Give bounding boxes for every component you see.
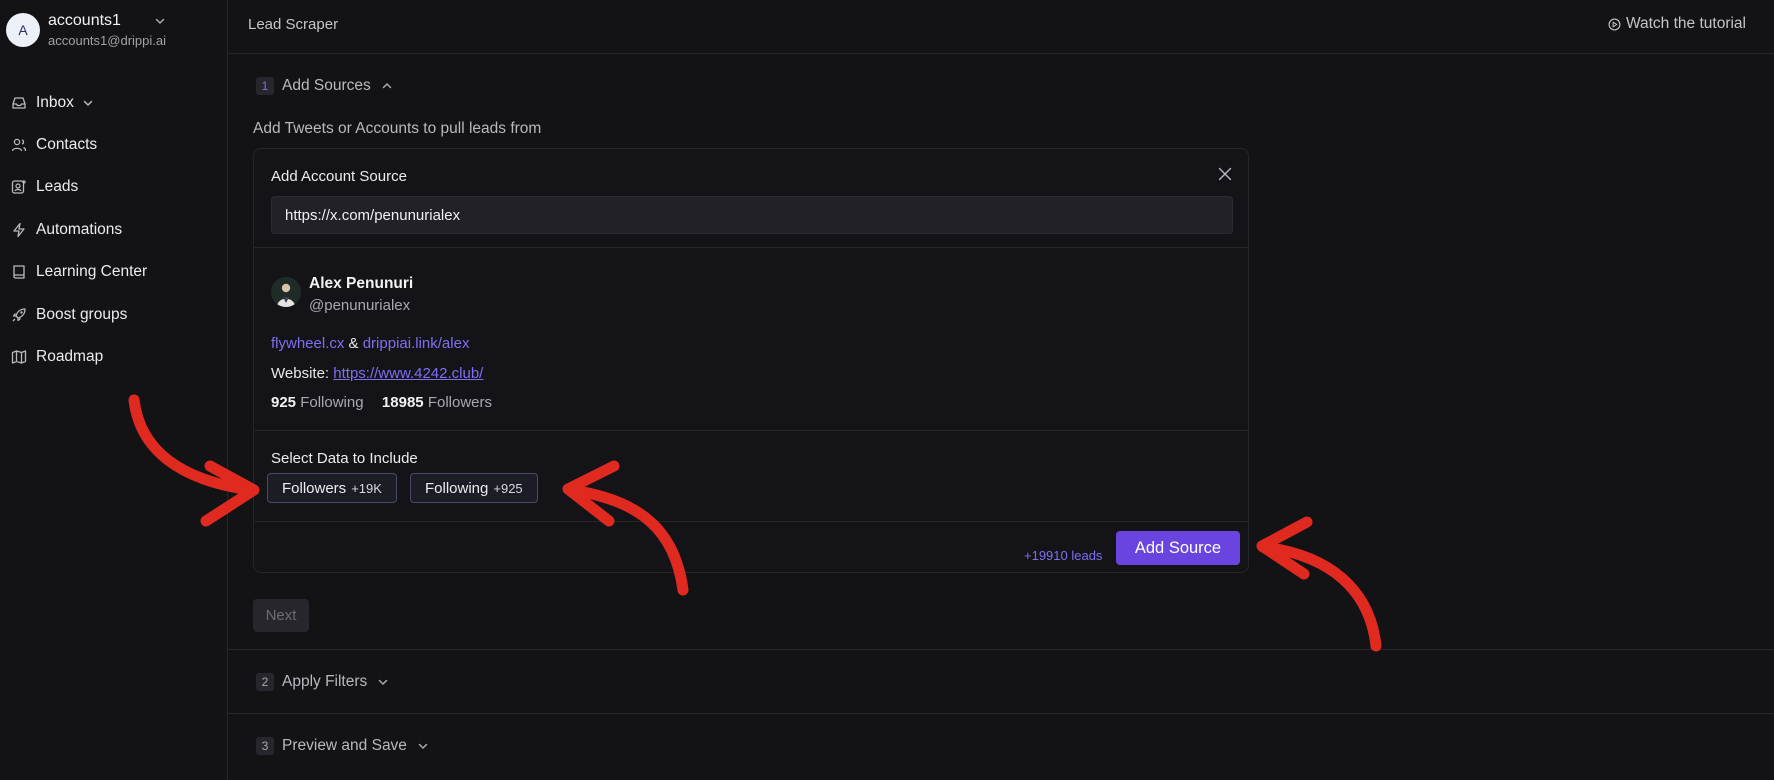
account-switcher[interactable]: A accounts1 accounts1@drippi.ai [6, 10, 222, 54]
account-name: accounts1 [48, 12, 121, 29]
boost-icon [10, 306, 28, 324]
profile-name: Alex Penunuri [309, 275, 414, 292]
sidebar-item-automations[interactable]: Automations [10, 215, 210, 245]
website-label: Website: [271, 365, 330, 382]
step-number: 3 [256, 737, 274, 755]
sidebar-item-roadmap[interactable]: Roadmap [10, 342, 210, 372]
profile-handle: @penunurialex [309, 297, 411, 314]
step-number: 1 [256, 77, 274, 95]
chip-count: +19K [351, 480, 382, 496]
profile-avatar [271, 277, 301, 307]
step-label: Preview and Save [282, 737, 407, 754]
following-chip[interactable]: Following +925 [410, 473, 538, 503]
sidebar-item-label: Boost groups [36, 306, 128, 323]
play-circle-icon [1608, 18, 1621, 30]
divider [228, 713, 1774, 714]
sidebar-item-leads[interactable]: Leads [10, 172, 210, 202]
tutorial-label: Watch the tutorial [1625, 15, 1746, 32]
card-title: Add Account Source [271, 168, 407, 185]
inbox-icon [10, 94, 28, 112]
chip-label: Following [425, 479, 489, 497]
sidebar: A accounts1 accounts1@drippi.ai Inbox Co… [0, 0, 228, 780]
followers-count: 18985 [381, 394, 424, 411]
close-icon[interactable] [1216, 165, 1234, 183]
automations-icon [10, 221, 28, 239]
leads-icon [10, 178, 28, 196]
profile-website: Website: https://www.4242.club/ [271, 365, 483, 382]
followers-chip[interactable]: Followers +19K [267, 473, 397, 503]
chevron-down-icon [379, 679, 388, 686]
step-label: Apply Filters [282, 673, 368, 690]
account-email: accounts1@drippi.ai [48, 33, 166, 48]
divider [254, 521, 1248, 522]
sidebar-item-label: Contacts [36, 136, 98, 153]
divider [254, 430, 1248, 431]
sidebar-item-boost-groups[interactable]: Boost groups [10, 300, 210, 330]
step-preview-and-save[interactable]: 3 Preview and Save [256, 735, 429, 757]
sidebar-item-label: Leads [36, 178, 79, 195]
bio-link-drippi[interactable]: drippiai.link/alex [363, 335, 470, 352]
profile-stats: 925 Following 18985 Followers [271, 394, 492, 411]
top-bar: Lead Scraper Watch the tutorial [228, 0, 1774, 54]
sidebar-item-inbox[interactable]: Inbox [10, 88, 210, 118]
step-add-sources[interactable]: 1 Add Sources [256, 75, 393, 97]
chevron-up-icon [382, 82, 391, 89]
account-source-card: Add Account Source Alex Penunuri @penunu… [253, 148, 1249, 573]
chip-count: +925 [493, 480, 523, 496]
sidebar-item-label: Automations [36, 221, 123, 238]
chip-label: Followers [282, 479, 347, 497]
add-source-button[interactable]: Add Source [1116, 531, 1240, 565]
next-button[interactable]: Next [253, 599, 309, 632]
select-data-label: Select Data to Include [271, 450, 418, 467]
followers-label: Followers [427, 394, 492, 411]
source-url-input[interactable] [271, 196, 1233, 234]
contacts-icon [10, 136, 28, 154]
step-apply-filters[interactable]: 2 Apply Filters [256, 671, 389, 693]
sidebar-item-label: Inbox [36, 94, 74, 111]
sidebar-item-learning-center[interactable]: Learning Center [10, 257, 210, 287]
chevron-down-icon [418, 743, 428, 750]
divider [228, 649, 1774, 650]
sources-description: Add Tweets or Accounts to pull leads fro… [253, 120, 542, 137]
sidebar-item-label: Learning Center [36, 263, 148, 280]
arrow-to-add-source [1257, 541, 1382, 652]
bio-link-flywheel[interactable]: flywheel.cx [271, 335, 344, 352]
leads-count: +19910 leads [1024, 548, 1103, 563]
following-label: Following [300, 394, 364, 411]
chevron-down-icon [154, 14, 166, 32]
watch-tutorial-link[interactable]: Watch the tutorial [1608, 15, 1746, 33]
profile-bio: flywheel.cx & drippiai.link/alex [271, 335, 469, 352]
learning-icon [10, 263, 28, 281]
step-label: Add Sources [282, 77, 371, 94]
website-link[interactable]: https://www.4242.club/ [333, 365, 483, 382]
chevron-down-icon [82, 97, 94, 109]
divider [254, 247, 1248, 248]
roadmap-icon [10, 348, 28, 366]
sidebar-item-label: Roadmap [36, 348, 104, 365]
following-count: 925 [271, 394, 297, 411]
avatar: A [6, 13, 40, 47]
bio-ampersand: & [348, 335, 359, 352]
page-title: Lead Scraper [248, 16, 339, 33]
sidebar-item-contacts[interactable]: Contacts [10, 130, 210, 160]
step-number: 2 [256, 673, 274, 691]
arrow-head-right [1256, 516, 1313, 580]
